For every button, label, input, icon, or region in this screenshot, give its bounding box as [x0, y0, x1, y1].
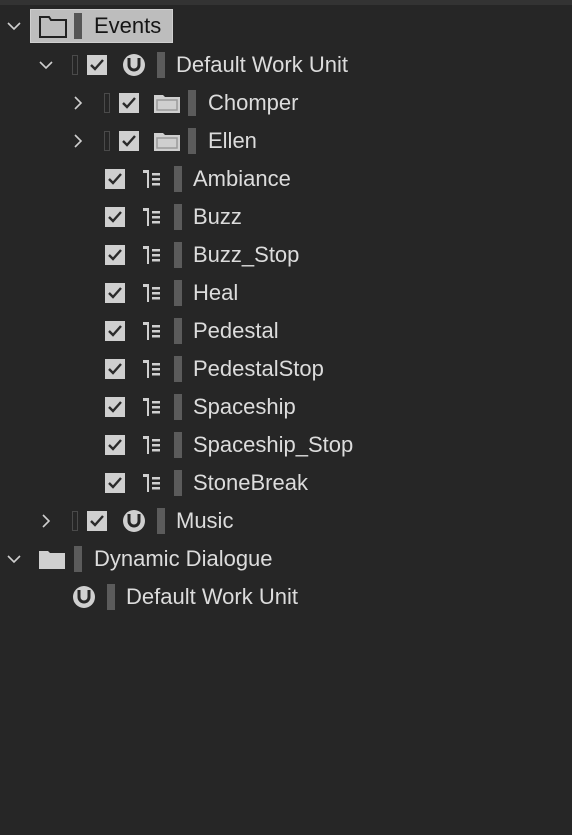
- tree-item-label: Spaceship_Stop: [193, 432, 354, 457]
- tree-item-label: Buzz_Stop: [193, 242, 300, 267]
- include-checkbox[interactable]: [119, 93, 139, 113]
- color-bar: [174, 356, 182, 382]
- event-icon: [140, 205, 164, 229]
- color-bar: [174, 470, 182, 496]
- event-icon: [140, 319, 164, 343]
- folder-icon: [153, 91, 181, 115]
- color-bar: [74, 546, 82, 572]
- tree-row-event[interactable]: PedestalStop: [0, 352, 572, 386]
- tree-item-label: Dynamic Dialogue: [94, 546, 273, 571]
- top-border: [0, 0, 572, 5]
- tree-item-label: StoneBreak: [193, 470, 308, 495]
- event-icon: [140, 167, 164, 191]
- tree-item-label: Spaceship: [193, 394, 296, 419]
- tree-item-label: Heal: [193, 280, 239, 305]
- event-icon: [140, 471, 164, 495]
- tree-row-event[interactable]: Spaceship_Stop: [0, 428, 572, 462]
- tree-item-label: Ambiance: [193, 166, 291, 191]
- color-bar: [74, 13, 82, 39]
- event-icon: [140, 395, 164, 419]
- tree-row-default-work-unit[interactable]: Default Work Unit: [0, 48, 572, 82]
- color-bar: [174, 432, 182, 458]
- chevron-right-icon[interactable]: [70, 95, 86, 111]
- include-checkbox[interactable]: [87, 511, 107, 531]
- tree-item-label: Default Work Unit: [176, 52, 348, 77]
- work-unit-icon: [122, 509, 146, 533]
- tree-row-event[interactable]: Buzz: [0, 200, 572, 234]
- tree-item-label: Music: [176, 508, 234, 533]
- tree-row-dynamic-dialogue[interactable]: Dynamic Dialogue: [0, 542, 572, 576]
- folder-icon: [38, 547, 66, 571]
- event-icon: [140, 281, 164, 305]
- include-checkbox[interactable]: [105, 283, 125, 303]
- include-checkbox[interactable]: [87, 55, 107, 75]
- event-icon: [140, 243, 164, 267]
- tree-row-event[interactable]: Pedestal: [0, 314, 572, 348]
- ghost-handle-icon: [72, 55, 78, 75]
- ghost-handle-icon: [104, 93, 110, 113]
- tree-item-label: Default Work Unit: [126, 584, 298, 609]
- chevron-down-icon[interactable]: [38, 57, 54, 73]
- folder-outline-icon: [38, 13, 68, 39]
- tree-row-event[interactable]: Spaceship: [0, 390, 572, 424]
- event-icon: [140, 357, 164, 381]
- color-bar: [174, 166, 182, 192]
- tree-row-event[interactable]: Ambiance: [0, 162, 572, 196]
- color-bar: [174, 242, 182, 268]
- chevron-down-icon[interactable]: [6, 551, 22, 567]
- tree-row-event[interactable]: Buzz_Stop: [0, 238, 572, 272]
- tree-item-label: Buzz: [193, 204, 242, 229]
- color-bar: [174, 318, 182, 344]
- color-bar: [188, 128, 196, 154]
- chevron-down-icon[interactable]: [6, 18, 22, 34]
- folder-icon: [153, 129, 181, 153]
- include-checkbox[interactable]: [105, 169, 125, 189]
- tree-item-label: Chomper: [208, 90, 299, 115]
- tree-row-dialogue-work-unit[interactable]: Default Work Unit: [0, 580, 572, 614]
- include-checkbox[interactable]: [105, 397, 125, 417]
- events-tree: Events Default Work Unit Chomper Ellen A…: [0, 0, 572, 835]
- work-unit-icon: [72, 585, 96, 609]
- tree-row-event[interactable]: Heal: [0, 276, 572, 310]
- color-bar: [157, 52, 165, 78]
- include-checkbox[interactable]: [119, 131, 139, 151]
- include-checkbox[interactable]: [105, 435, 125, 455]
- chevron-right-icon[interactable]: [70, 133, 86, 149]
- tree-row-event[interactable]: StoneBreak: [0, 466, 572, 500]
- event-icon: [140, 433, 164, 457]
- color-bar: [188, 90, 196, 116]
- tree-item-label: Events: [94, 13, 162, 38]
- color-bar: [157, 508, 165, 534]
- work-unit-icon: [122, 53, 146, 77]
- color-bar: [107, 584, 115, 610]
- tree-item-label: Ellen: [208, 128, 257, 153]
- tree-item-label: Pedestal: [193, 318, 279, 343]
- include-checkbox[interactable]: [105, 207, 125, 227]
- tree-row-events[interactable]: Events: [0, 9, 572, 43]
- include-checkbox[interactable]: [105, 473, 125, 493]
- color-bar: [174, 394, 182, 420]
- include-checkbox[interactable]: [105, 321, 125, 341]
- ghost-handle-icon: [104, 131, 110, 151]
- tree-row-folder[interactable]: Chomper: [0, 86, 572, 120]
- color-bar: [174, 204, 182, 230]
- ghost-handle-icon: [72, 511, 78, 531]
- tree-row-music[interactable]: Music: [0, 504, 572, 538]
- tree-item-label: PedestalStop: [193, 356, 324, 381]
- include-checkbox[interactable]: [105, 359, 125, 379]
- chevron-right-icon[interactable]: [38, 513, 54, 529]
- tree-row-folder[interactable]: Ellen: [0, 124, 572, 158]
- include-checkbox[interactable]: [105, 245, 125, 265]
- color-bar: [174, 280, 182, 306]
